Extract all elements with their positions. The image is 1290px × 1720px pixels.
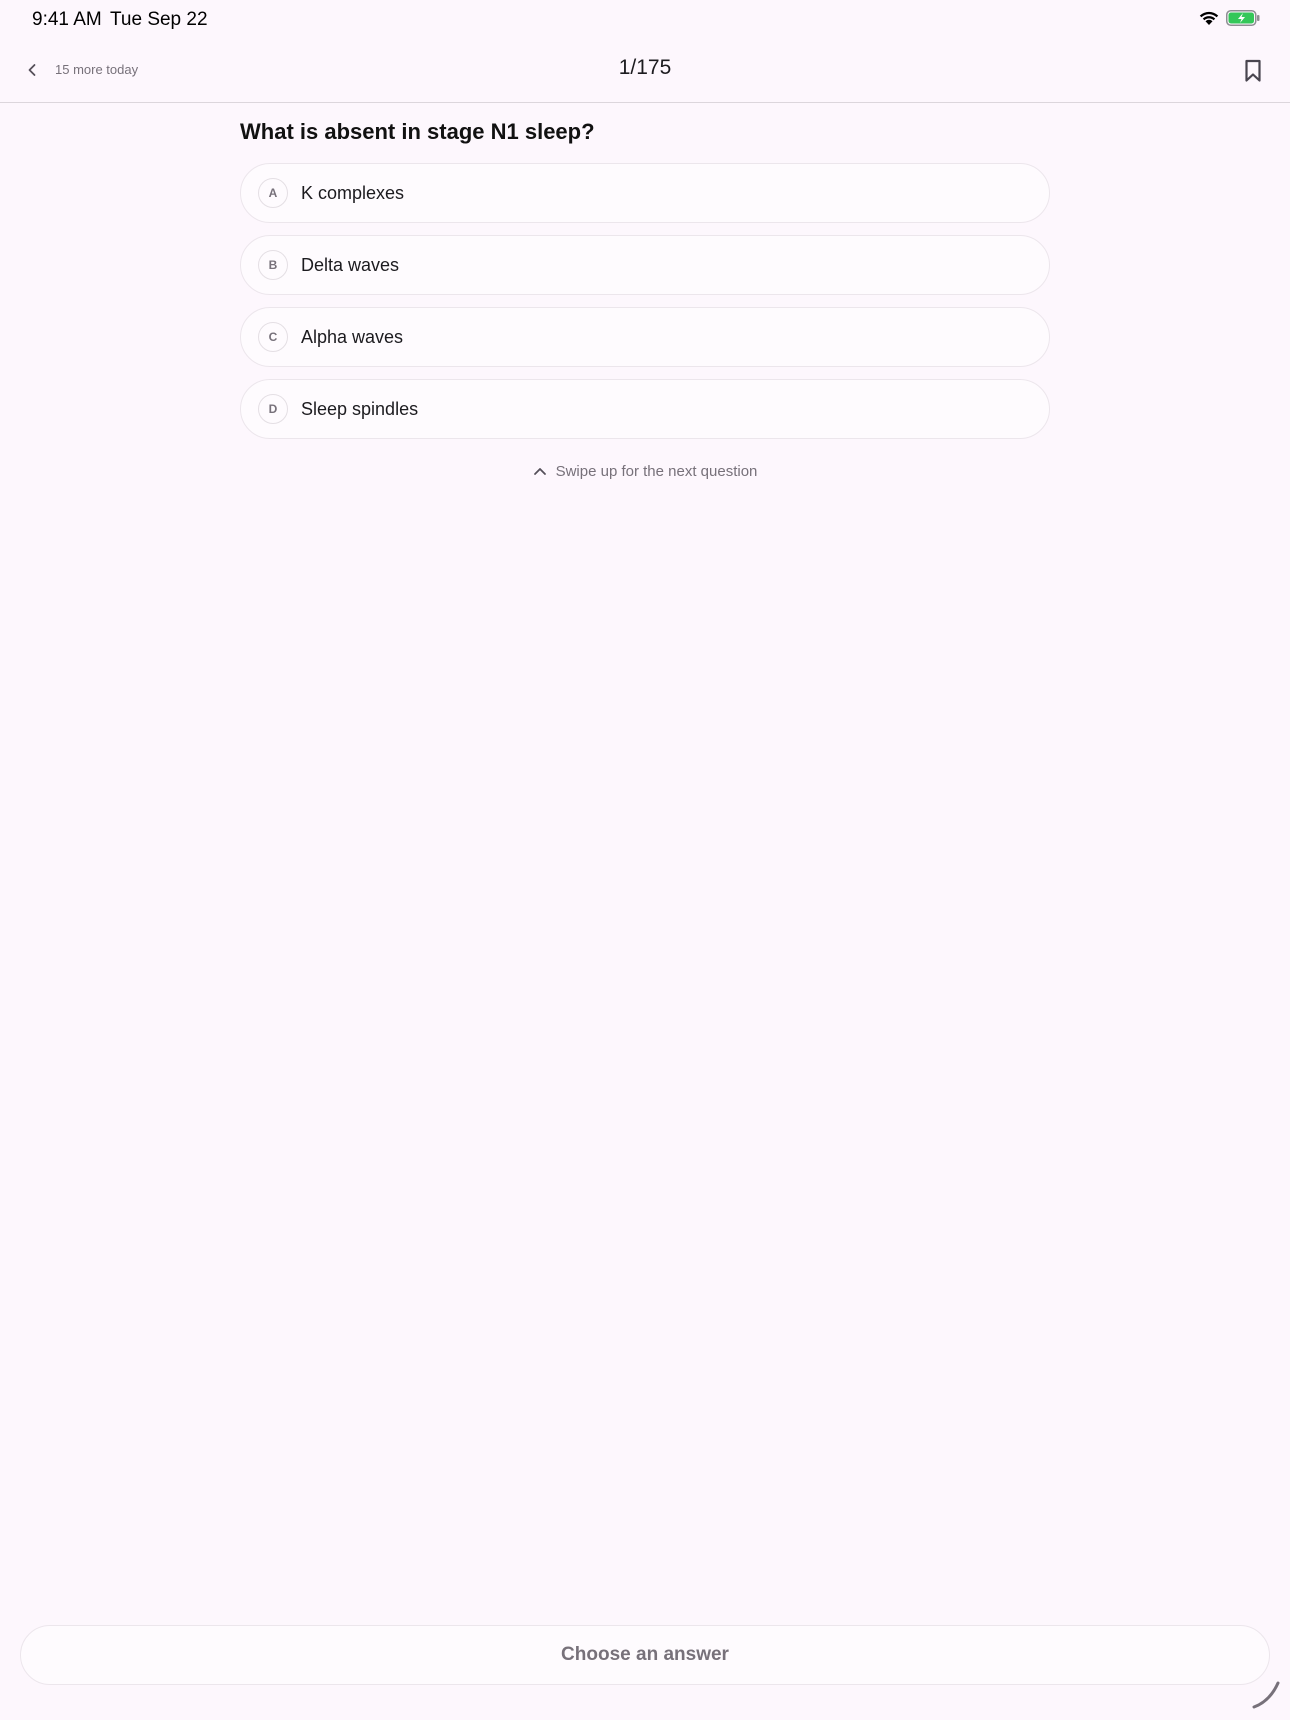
home-indicator-icon: [1250, 1677, 1284, 1716]
question-card: What is absent in stage N1 sleep? A K co…: [240, 102, 1050, 480]
swipe-hint: Swipe up for the next question: [240, 463, 1050, 480]
status-bar: 9:41 AM Tue Sep 22: [0, 0, 1290, 42]
bookmark-icon: [1244, 59, 1262, 88]
question-progress: 1/175: [618, 56, 672, 79]
answer-option-c[interactable]: C Alpha waves: [240, 307, 1050, 367]
quiz-screen: 9:41 AM Tue Sep 22 15 more today 1/175 W…: [0, 0, 1290, 1720]
chevron-up-icon: [533, 463, 547, 480]
option-letter-badge: D: [258, 394, 288, 424]
bookmark-button[interactable]: [1236, 56, 1270, 90]
option-letter-badge: B: [258, 250, 288, 280]
answer-option-a[interactable]: A K complexes: [240, 163, 1050, 223]
status-time: 9:41 AM: [32, 9, 102, 30]
option-text: Sleep spindles: [301, 398, 419, 419]
answer-options: A K complexes B Delta waves C Alpha wave…: [240, 163, 1050, 439]
status-date: Tue Sep 22: [110, 9, 208, 30]
option-text: Delta waves: [301, 254, 400, 275]
choose-answer-button[interactable]: Choose an answer: [20, 1625, 1270, 1685]
status-icons: [1198, 10, 1260, 31]
battery-charging-icon: [1226, 10, 1260, 31]
option-text: K complexes: [301, 182, 405, 203]
swipe-hint-text: Swipe up for the next question: [555, 463, 758, 480]
answer-option-d[interactable]: D Sleep spindles: [240, 379, 1050, 439]
answer-option-b[interactable]: B Delta waves: [240, 235, 1050, 295]
option-text: Alpha waves: [301, 326, 404, 347]
question-text: What is absent in stage N1 sleep?: [240, 119, 595, 144]
top-app-bar: 15 more today 1/175: [0, 42, 1290, 103]
option-letter-badge: A: [258, 178, 288, 208]
wifi-icon: [1198, 10, 1220, 31]
option-letter-badge: C: [258, 322, 288, 352]
